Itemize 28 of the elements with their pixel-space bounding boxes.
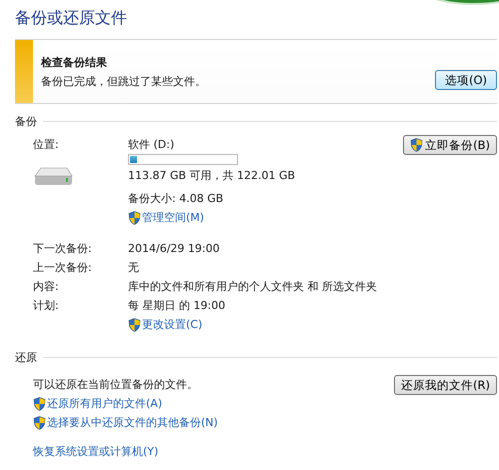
page-title: 备份或还原文件: [15, 7, 127, 28]
alert-heading: 检查备份结果: [41, 54, 107, 70]
field-label: 位置:: [33, 137, 59, 153]
field-label: 内容:: [33, 279, 60, 295]
free-space-text: 113.87 GB 可用，共 122.01 GB: [128, 168, 296, 184]
field-value: 2014/6/29 19:00: [128, 241, 220, 257]
restore-link[interactable]: 选择要从中还原文件的其他备份(N): [33, 413, 218, 432]
options-button[interactable]: 选项(O): [434, 70, 497, 90]
change-settings-link[interactable]: 更改设置(C): [128, 315, 202, 334]
field-value: 无: [128, 260, 139, 276]
field-label: 上一次备份:: [33, 260, 93, 276]
backup-now-button[interactable]: 立即备份(B): [403, 135, 497, 155]
recovery-link[interactable]: 恢复系统设置或计算机(Y): [33, 442, 158, 461]
field-value: 库中的文件和所有用户的个人文件夹 和 所选文件夹: [128, 279, 377, 295]
warning-bar: [15, 40, 33, 103]
field-value: 每 星期日 的 19:00: [128, 298, 226, 314]
section-heading: 还原: [15, 350, 37, 366]
hard-drive-icon: [33, 165, 73, 187]
drive-name: 软件 (D:): [128, 137, 174, 153]
backup-size-text: 备份大小: 4.08 GB: [128, 191, 224, 207]
field-label: 下一次备份:: [33, 241, 93, 257]
section-heading: 备份: [15, 114, 37, 130]
restore-link[interactable]: 还原所有用户的文件(A): [33, 394, 162, 413]
field-label: 计划:: [33, 298, 60, 314]
restore-files-button[interactable]: 还原我的文件(R): [394, 375, 497, 395]
manage-space-link[interactable]: 管理空间(M): [128, 208, 204, 227]
alert-message: 备份已完成，但跳过了某些文件。: [41, 74, 206, 90]
restore-message: 可以还原在当前位置备份的文件。: [33, 377, 198, 393]
